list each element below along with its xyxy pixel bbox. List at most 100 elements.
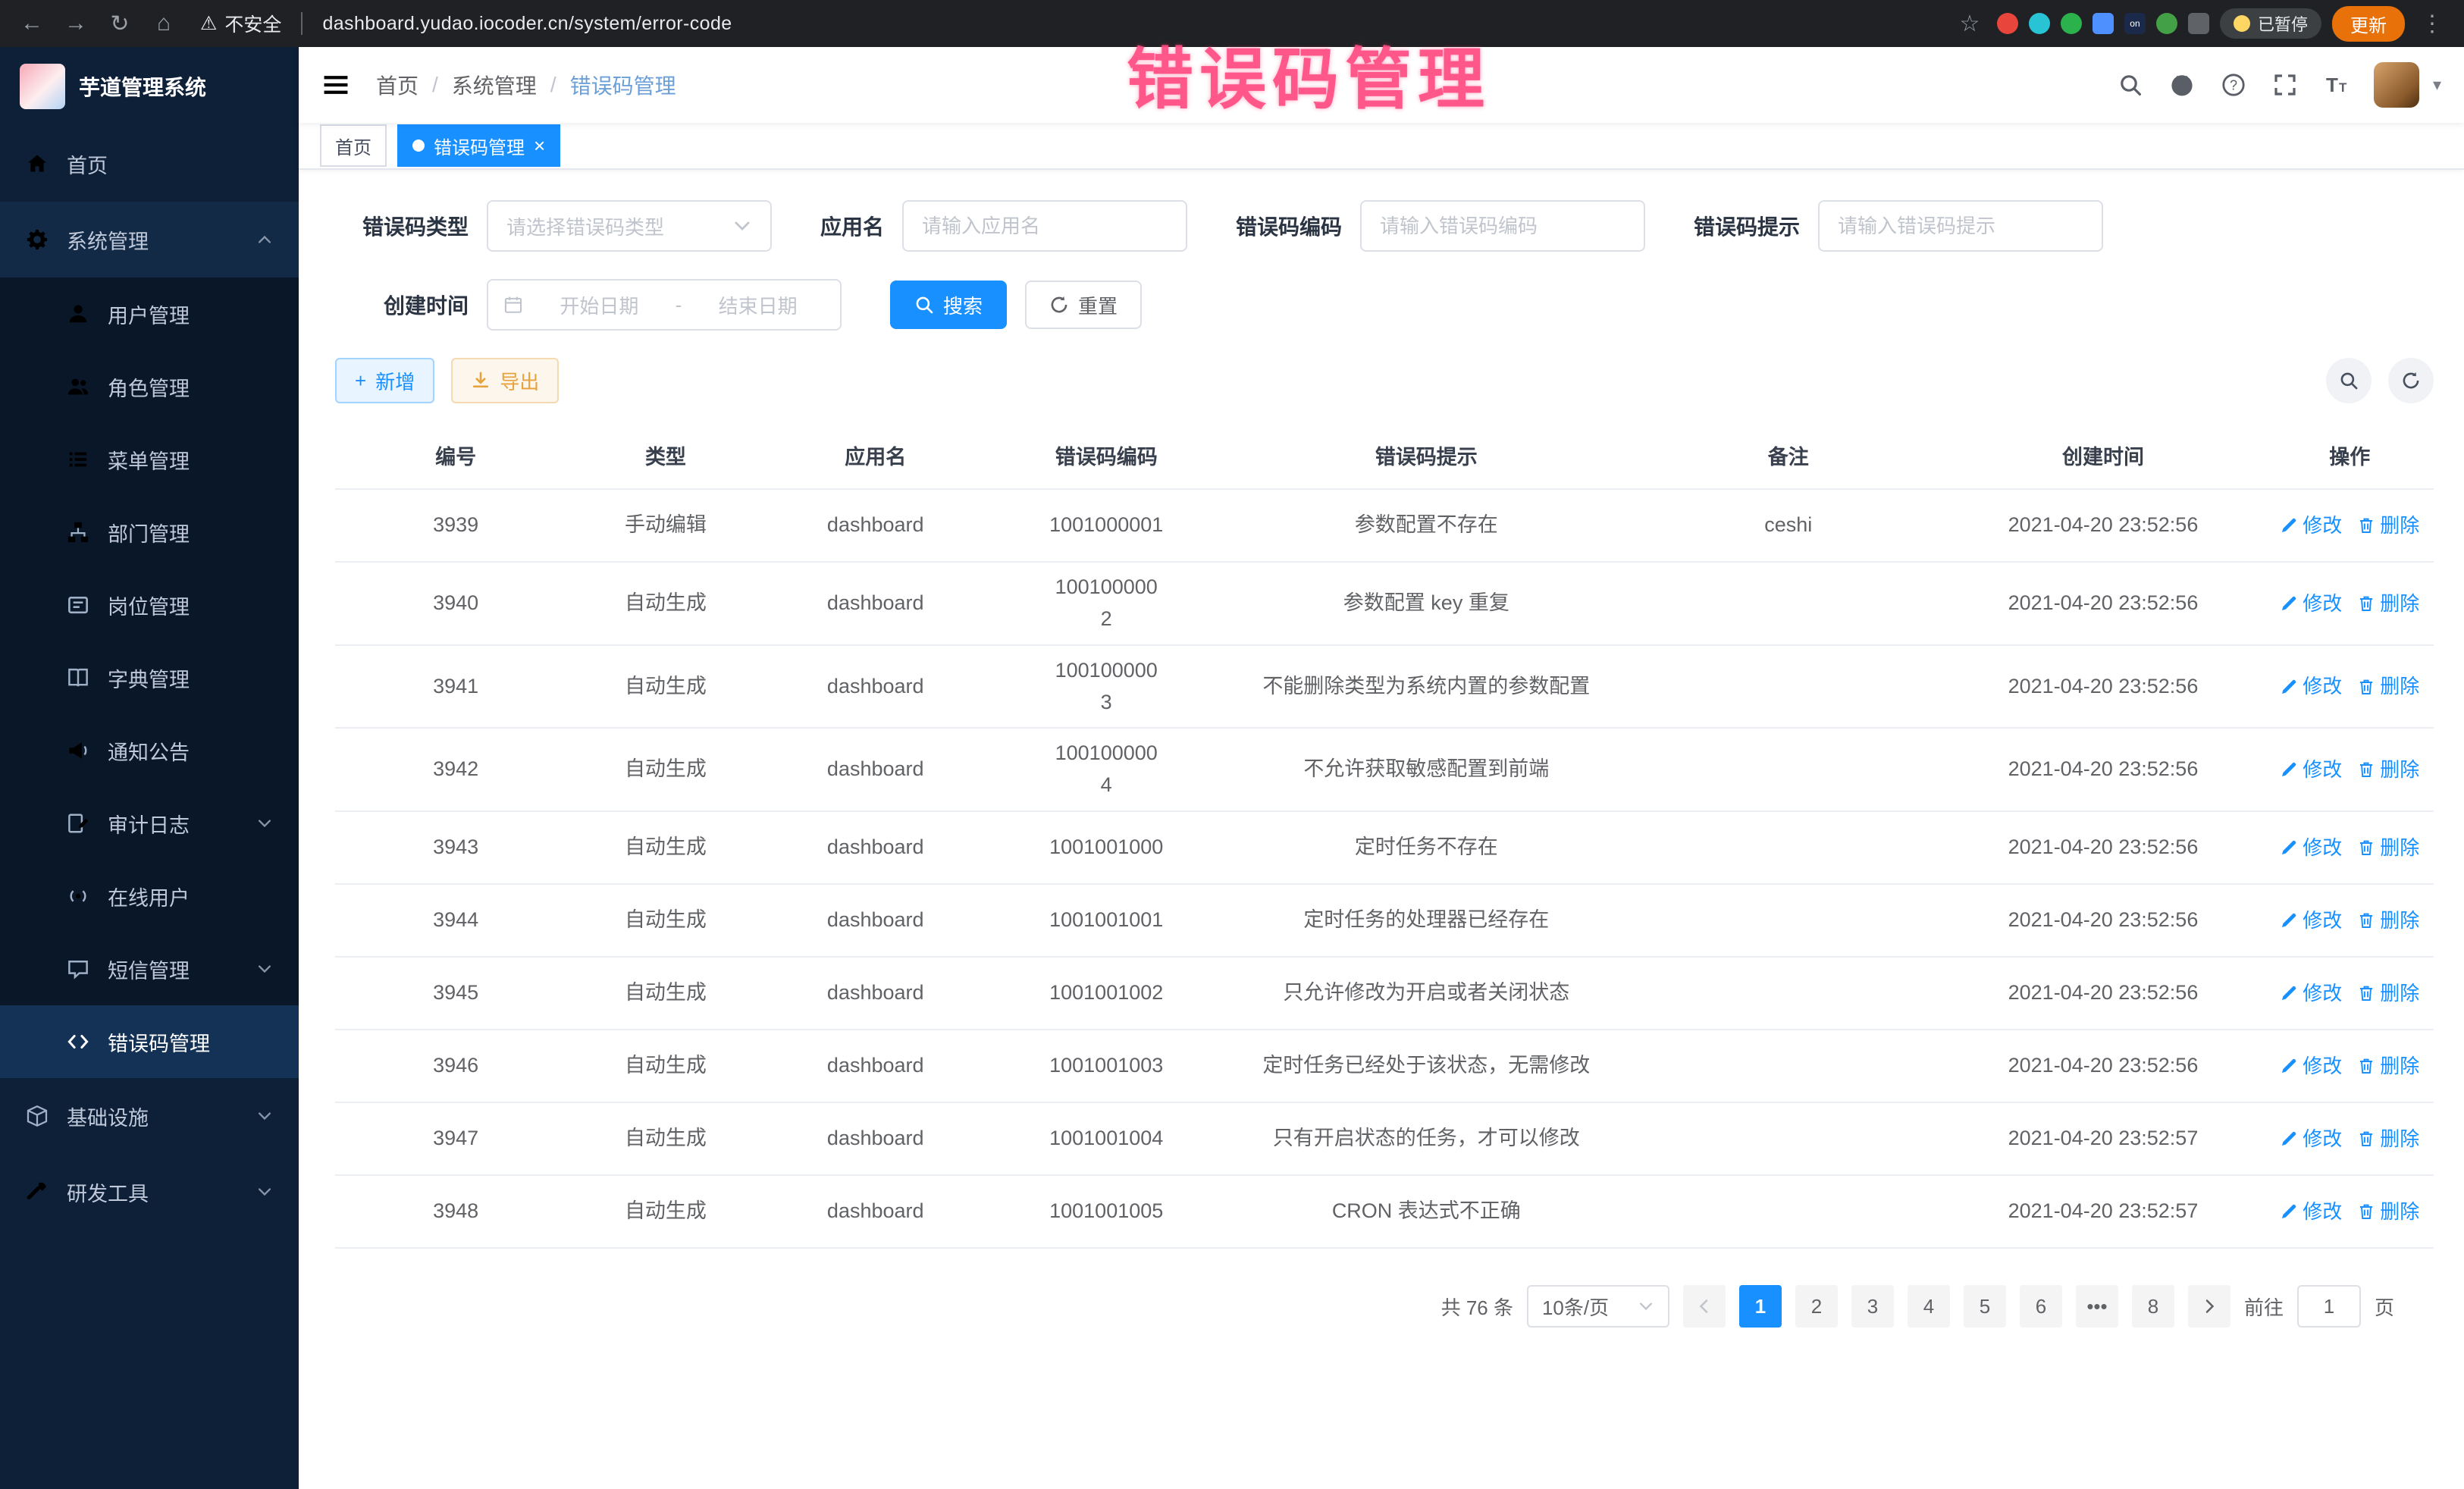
extension-icon[interactable] bbox=[2061, 13, 2082, 34]
tag-home[interactable]: 首页 bbox=[320, 124, 387, 167]
sidebar-item-dev-tools[interactable]: 研发工具 bbox=[0, 1154, 299, 1230]
breadcrumb-item[interactable]: 首页 bbox=[376, 70, 419, 100]
sidebar-item-home[interactable]: 首页 bbox=[0, 126, 299, 202]
goto-page-input[interactable] bbox=[2297, 1285, 2361, 1328]
extension-icon[interactable]: on bbox=[2124, 13, 2146, 34]
sidebar-item-dictionary[interactable]: 字典管理 bbox=[0, 641, 299, 714]
extension-icon[interactable] bbox=[1997, 13, 2018, 34]
back-icon[interactable]: ← bbox=[15, 7, 49, 40]
delete-link[interactable]: 删除 bbox=[2357, 978, 2419, 1008]
app-logo[interactable]: 芋道管理系统 bbox=[0, 47, 299, 126]
tag-error-code[interactable]: 错误码管理 × bbox=[397, 124, 560, 167]
edit-link[interactable]: 修改 bbox=[2280, 1124, 2342, 1154]
delete-link[interactable]: 删除 bbox=[2357, 754, 2419, 785]
sidebar-item-label: 字典管理 bbox=[108, 663, 190, 693]
sidebar-item-label: 部门管理 bbox=[108, 518, 190, 547]
cell-app: dashboard bbox=[755, 823, 996, 873]
sidebar-item-menus[interactable]: 菜单管理 bbox=[0, 423, 299, 496]
bookmark-star-icon[interactable]: ☆ bbox=[1953, 7, 1986, 40]
delete-link[interactable]: 删除 bbox=[2357, 588, 2419, 619]
edit-link[interactable]: 修改 bbox=[2280, 978, 2342, 1008]
sidebar-item-posts[interactable]: 岗位管理 bbox=[0, 569, 299, 641]
breadcrumb-item[interactable]: 系统管理 bbox=[452, 70, 537, 100]
kebab-menu-icon[interactable]: ⋮ bbox=[2415, 7, 2449, 40]
page-button[interactable]: 8 bbox=[2132, 1285, 2174, 1328]
page-button[interactable]: 4 bbox=[1908, 1285, 1950, 1328]
page-button[interactable]: 1 bbox=[1739, 1285, 1782, 1328]
sidebar-item-departments[interactable]: 部门管理 bbox=[0, 496, 299, 569]
reset-button[interactable]: 重置 bbox=[1025, 281, 1142, 329]
edit-link[interactable]: 修改 bbox=[2280, 832, 2342, 863]
toggle-search-button[interactable] bbox=[2326, 358, 2372, 403]
breadcrumb-item-current: 错误码管理 bbox=[570, 70, 676, 100]
delete-link[interactable]: 删除 bbox=[2357, 905, 2419, 936]
paused-badge[interactable]: 已暂停 bbox=[2220, 8, 2321, 39]
delete-link[interactable]: 删除 bbox=[2357, 832, 2419, 863]
sidebar-item-system[interactable]: 系统管理 bbox=[0, 202, 299, 277]
error-code-input[interactable] bbox=[1360, 200, 1645, 252]
help-icon[interactable] bbox=[2219, 71, 2248, 99]
sidebar-item-error-code[interactable]: 错误码管理 bbox=[0, 1005, 299, 1078]
security-warning[interactable]: ⚠ 不安全 bbox=[200, 10, 281, 37]
app-name-input[interactable] bbox=[902, 200, 1187, 252]
cell-app: dashboard bbox=[755, 500, 996, 550]
cell-operations: 修改 删除 bbox=[2266, 823, 2434, 872]
delete-link[interactable]: 删除 bbox=[2357, 1196, 2419, 1227]
edit-link[interactable]: 修改 bbox=[2280, 510, 2342, 541]
delete-link[interactable]: 删除 bbox=[2357, 510, 2419, 541]
avatar[interactable] bbox=[2374, 62, 2419, 108]
sidebar-item-notice[interactable]: 通知公告 bbox=[0, 714, 299, 787]
sidebar-item-label: 角色管理 bbox=[108, 372, 190, 402]
error-type-select[interactable]: 请选择错误码类型 bbox=[487, 200, 772, 252]
fullscreen-icon[interactable] bbox=[2271, 71, 2299, 99]
extension-icon[interactable] bbox=[2156, 13, 2177, 34]
browser-update-button[interactable]: 更新 bbox=[2332, 6, 2405, 42]
end-date-placeholder[interactable]: 结束日期 bbox=[691, 291, 825, 319]
extension-icon[interactable] bbox=[2188, 13, 2209, 34]
start-date-placeholder[interactable]: 开始日期 bbox=[532, 291, 666, 319]
page-button[interactable]: 6 bbox=[2020, 1285, 2062, 1328]
error-message-input[interactable] bbox=[1818, 200, 2103, 252]
delete-link[interactable]: 删除 bbox=[2357, 1051, 2419, 1081]
edit-link[interactable]: 修改 bbox=[2280, 754, 2342, 785]
extension-icon[interactable] bbox=[2029, 13, 2050, 34]
sidebar-item-audit-log[interactable]: 审计日志 bbox=[0, 787, 299, 860]
export-button[interactable]: 导出 bbox=[451, 358, 559, 403]
reload-icon[interactable]: ↻ bbox=[103, 7, 136, 40]
page-button[interactable]: 2 bbox=[1795, 1285, 1838, 1328]
sidebar-item-infrastructure[interactable]: 基础设施 bbox=[0, 1078, 299, 1154]
sidebar-item-sms[interactable]: 短信管理 bbox=[0, 933, 299, 1005]
extension-icon[interactable] bbox=[2093, 13, 2114, 34]
add-button[interactable]: + 新增 bbox=[335, 358, 434, 403]
font-size-icon[interactable] bbox=[2322, 71, 2351, 99]
github-icon[interactable] bbox=[2168, 71, 2196, 99]
caret-down-icon[interactable]: ▾ bbox=[2433, 75, 2441, 95]
filter-label: 错误码提示 bbox=[1694, 211, 1800, 241]
page-button[interactable]: 3 bbox=[1851, 1285, 1894, 1328]
sidebar-item-online-users[interactable]: 在线用户 bbox=[0, 860, 299, 933]
page-ellipsis[interactable]: ••• bbox=[2076, 1285, 2118, 1328]
next-page-button[interactable] bbox=[2188, 1285, 2230, 1328]
trash-icon bbox=[2357, 911, 2375, 929]
search-icon[interactable] bbox=[2116, 71, 2145, 99]
forward-icon[interactable]: → bbox=[59, 7, 92, 40]
sidebar-item-roles[interactable]: 角色管理 bbox=[0, 350, 299, 423]
browser-home-icon[interactable]: ⌂ bbox=[147, 7, 180, 40]
refresh-table-button[interactable] bbox=[2388, 358, 2434, 403]
date-range-picker[interactable]: 开始日期 - 结束日期 bbox=[487, 279, 842, 331]
edit-link[interactable]: 修改 bbox=[2280, 1051, 2342, 1081]
delete-link[interactable]: 删除 bbox=[2357, 671, 2419, 701]
close-icon[interactable]: × bbox=[534, 136, 545, 155]
edit-link[interactable]: 修改 bbox=[2280, 905, 2342, 936]
search-button[interactable]: 搜索 bbox=[890, 281, 1007, 329]
page-button[interactable]: 5 bbox=[1964, 1285, 2006, 1328]
prev-page-button[interactable] bbox=[1683, 1285, 1726, 1328]
page-size-select[interactable]: 10条/页 bbox=[1527, 1285, 1669, 1328]
delete-link[interactable]: 删除 bbox=[2357, 1124, 2419, 1154]
edit-link[interactable]: 修改 bbox=[2280, 671, 2342, 701]
sidebar-item-users[interactable]: 用户管理 bbox=[0, 277, 299, 350]
hamburger-icon[interactable] bbox=[321, 71, 350, 99]
edit-link[interactable]: 修改 bbox=[2280, 1196, 2342, 1227]
url-bar[interactable]: dashboard.yudao.iocoder.cn/system/error-… bbox=[322, 13, 1942, 35]
edit-link[interactable]: 修改 bbox=[2280, 588, 2342, 619]
